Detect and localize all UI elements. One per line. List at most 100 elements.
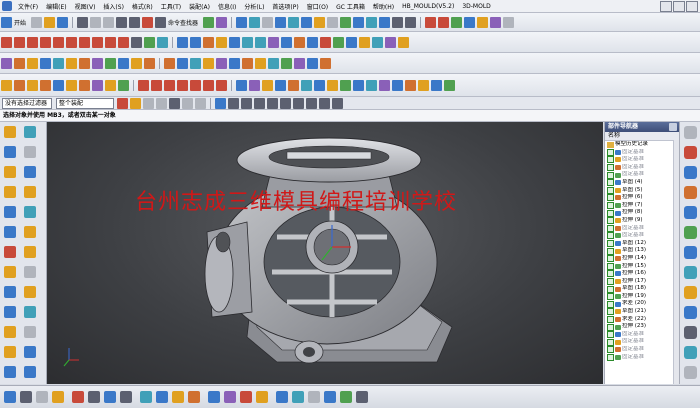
paste-icon[interactable]	[103, 16, 115, 28]
snap-control-point-icon[interactable]	[254, 97, 265, 109]
menu-gc-toolkit[interactable]: GC 工具箱	[332, 2, 369, 11]
view-tool-icon[interactable]	[188, 391, 200, 403]
navigator-feature-row[interactable]: 求差 (22)	[605, 316, 679, 324]
snap-point-icon[interactable]	[215, 97, 226, 109]
menu-insert[interactable]: 插入(S)	[99, 2, 128, 11]
maximize-button[interactable]	[673, 0, 685, 12]
edit-surface-icon[interactable]	[190, 57, 201, 69]
menu-edit[interactable]: 编辑(E)	[42, 2, 70, 11]
view-tool-icon[interactable]	[240, 391, 252, 403]
unite-icon[interactable]	[307, 36, 318, 48]
view-tool-icon[interactable]	[172, 391, 184, 403]
point-icon[interactable]	[53, 36, 64, 48]
feature-icon[interactable]	[24, 166, 36, 178]
point-set-icon[interactable]	[66, 36, 77, 48]
mold-tool-icon[interactable]	[392, 79, 403, 91]
snap-on-curve-icon[interactable]	[306, 97, 317, 109]
sheet-icon[interactable]	[398, 36, 409, 48]
project-curve-icon[interactable]	[157, 36, 168, 48]
menu-assemblies[interactable]: 装配(A)	[185, 2, 214, 11]
mold-tool-icon[interactable]	[366, 79, 377, 91]
rectangle-icon[interactable]	[79, 36, 90, 48]
pattern-icon[interactable]	[346, 36, 357, 48]
feature-icon[interactable]	[24, 186, 36, 198]
surface-icon[interactable]	[92, 57, 103, 69]
custom-tool-icon[interactable]	[503, 16, 515, 28]
clock-icon[interactable]	[684, 306, 697, 319]
checkbox-icon[interactable]	[607, 194, 614, 202]
view-tool-icon[interactable]	[4, 391, 16, 403]
view-tool-icon[interactable]	[340, 391, 352, 403]
custom-tool-icon[interactable]	[490, 16, 502, 28]
checkbox-icon[interactable]	[607, 240, 614, 248]
view-tool-icon[interactable]	[356, 391, 368, 403]
roles-icon[interactable]	[684, 326, 697, 339]
mirror-icon[interactable]	[359, 36, 370, 48]
navigator-feature-row[interactable]: 拉伸 (16)	[605, 270, 679, 278]
navigator-feature-row[interactable]: 拉伸 (6)	[605, 194, 679, 202]
derived-curve-icon[interactable]	[177, 79, 188, 91]
derived-curve-icon[interactable]	[151, 79, 162, 91]
snap-endpoint-icon[interactable]	[228, 97, 239, 109]
navigator-feature-row[interactable]: 草图 (13)	[605, 247, 679, 255]
navigator-feature-row[interactable]: 固定基准	[605, 354, 679, 362]
menu-3d-mold[interactable]: 3D-MOLD	[458, 3, 494, 10]
history-icon[interactable]	[684, 246, 697, 259]
navigator-feature-row[interactable]: 固定基准	[605, 232, 679, 240]
trim-body-icon[interactable]	[294, 36, 305, 48]
checkbox-icon[interactable]	[607, 262, 614, 270]
new-file-icon[interactable]	[31, 16, 43, 28]
derived-curve-icon[interactable]	[164, 79, 175, 91]
edit-surface-icon[interactable]	[216, 57, 227, 69]
navigator-feature-row[interactable]: 草图 (12)	[605, 240, 679, 248]
feature-icon[interactable]	[4, 366, 16, 378]
analysis-icon[interactable]	[385, 36, 396, 48]
checkbox-icon[interactable]	[607, 353, 614, 361]
navigator-feature-row[interactable]: 草图 (5)	[605, 187, 679, 195]
snap-midpoint-icon[interactable]	[241, 97, 252, 109]
checkbox-icon[interactable]	[607, 255, 614, 263]
feature-icon[interactable]	[24, 346, 36, 358]
feature-icon[interactable]	[4, 186, 16, 198]
edit-surface-icon[interactable]	[203, 57, 214, 69]
navigator-feature-row[interactable]: 草图 (21)	[605, 308, 679, 316]
view-tool-icon[interactable]	[224, 391, 236, 403]
sync-model-icon[interactable]	[53, 79, 64, 91]
navigator-feature-row[interactable]: 草图 (4)	[605, 179, 679, 187]
checkbox-icon[interactable]	[607, 277, 614, 285]
view-tool-icon[interactable]	[36, 391, 48, 403]
checkbox-icon[interactable]	[607, 331, 614, 339]
hole-icon[interactable]	[203, 36, 214, 48]
command-finder-button[interactable]: 命令查找器	[168, 18, 198, 27]
derived-curve-icon[interactable]	[138, 79, 149, 91]
mold-tool-icon[interactable]	[327, 79, 338, 91]
derived-curve-icon[interactable]	[203, 79, 214, 91]
redo-icon[interactable]	[129, 16, 141, 28]
fit-view-icon[interactable]	[236, 16, 248, 28]
surface-icon[interactable]	[131, 57, 142, 69]
menu-help[interactable]: 帮助(H)	[369, 2, 398, 11]
valve-body-model[interactable]	[47, 122, 603, 384]
draft-icon[interactable]	[281, 36, 292, 48]
view-tool-icon[interactable]	[88, 391, 100, 403]
checkbox-icon[interactable]	[607, 247, 614, 255]
custom-tool-icon[interactable]	[438, 16, 450, 28]
feature-icon[interactable]	[4, 246, 16, 258]
feature-icon[interactable]	[4, 126, 16, 138]
sync-model-icon[interactable]	[14, 79, 25, 91]
wireframe-icon[interactable]	[301, 16, 313, 28]
mold-tool-icon[interactable]	[262, 79, 273, 91]
checkbox-icon[interactable]	[607, 300, 614, 308]
feature-icon[interactable]	[24, 366, 36, 378]
navigator-feature-row[interactable]: 拉伸 (23)	[605, 323, 679, 331]
checkbox-icon[interactable]	[607, 308, 614, 316]
edit-surface-icon[interactable]	[255, 57, 266, 69]
front-view-icon[interactable]	[379, 16, 391, 28]
menu-analysis[interactable]: 分析(L)	[240, 2, 268, 11]
mold-tool-icon[interactable]	[275, 79, 286, 91]
checkbox-icon[interactable]	[607, 202, 614, 210]
orient-view-icon[interactable]	[314, 16, 326, 28]
feature-icon[interactable]	[24, 266, 36, 278]
snap-quadrant-icon[interactable]	[293, 97, 304, 109]
measure-icon[interactable]	[372, 36, 383, 48]
